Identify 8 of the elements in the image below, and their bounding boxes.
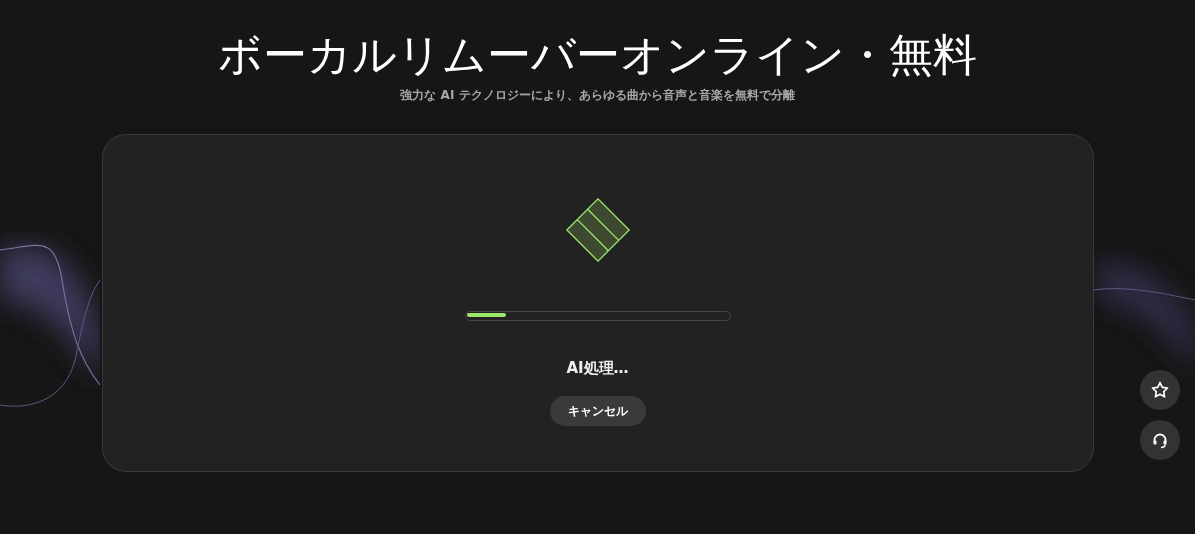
processing-status: AI処理…	[566, 359, 629, 378]
page-subtitle: 強力な AI テクノロジーにより、あらゆる曲から音声と音楽を無料で分離	[400, 87, 795, 104]
headset-icon	[1151, 431, 1169, 449]
support-button[interactable]	[1140, 420, 1180, 460]
page-title: ボーカルリムーバーオンライン・無料	[218, 30, 977, 80]
star-icon	[1151, 381, 1169, 399]
cancel-button[interactable]: キャンセル	[549, 396, 646, 426]
favorite-button[interactable]	[1140, 370, 1180, 410]
